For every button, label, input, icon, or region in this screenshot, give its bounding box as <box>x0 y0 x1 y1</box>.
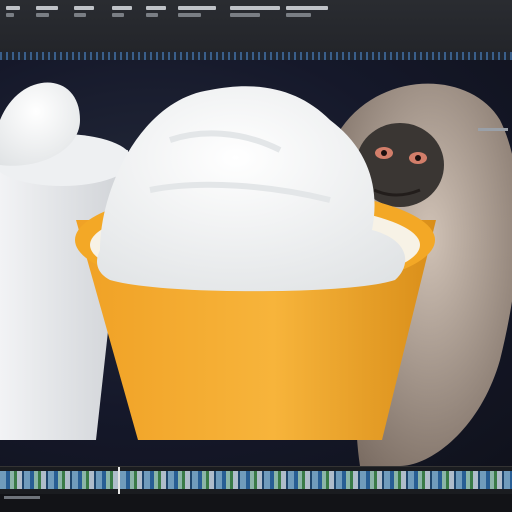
status-bar <box>0 494 512 512</box>
menu-item[interactable] <box>74 6 94 28</box>
canvas-label <box>478 128 508 131</box>
menu-item[interactable] <box>112 6 132 28</box>
timeline-thumbnails[interactable] <box>0 471 512 489</box>
menu-item[interactable] <box>286 6 328 28</box>
video-editor-window <box>0 0 512 512</box>
preview-image <box>0 82 512 466</box>
top-toolbar <box>0 0 512 53</box>
status-text <box>4 496 40 499</box>
timeline-playhead[interactable] <box>118 467 120 495</box>
menu-item[interactable] <box>230 6 280 28</box>
timeline[interactable] <box>0 466 512 495</box>
menu-item[interactable] <box>6 6 20 28</box>
preview-canvas[interactable] <box>0 60 512 466</box>
menu-item[interactable] <box>178 6 216 28</box>
menu-item[interactable] <box>36 6 58 28</box>
menu-item[interactable] <box>146 6 166 28</box>
